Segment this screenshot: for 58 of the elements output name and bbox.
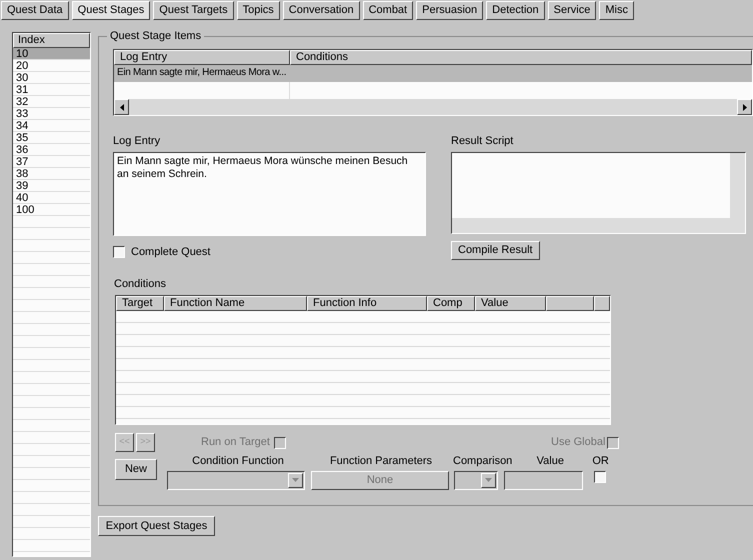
list-item[interactable]: 30 <box>13 72 90 84</box>
column-header[interactable]: Function Info <box>307 296 427 310</box>
column-header[interactable]: Value <box>475 296 546 310</box>
field-label: Condition Function <box>191 454 285 468</box>
list-item[interactable]: 32 <box>13 96 90 108</box>
field-label: OR <box>592 454 609 468</box>
list-item[interactable]: 31 <box>13 84 90 96</box>
section-label: Conditions <box>114 276 167 290</box>
new-button[interactable]: New <box>115 458 157 480</box>
field-label: Value <box>536 454 565 468</box>
list-item[interactable]: 39 <box>13 180 90 192</box>
list-item[interactable]: 40 <box>13 192 90 204</box>
scroll-left-icon[interactable] <box>120 104 124 110</box>
list-item[interactable]: 20 <box>13 60 90 72</box>
value-field[interactable] <box>504 470 583 490</box>
column-header[interactable]: Log Entry <box>114 50 290 65</box>
tab[interactable]: Detection <box>486 1 545 20</box>
comparison-dropdown[interactable] <box>454 470 498 490</box>
table-row[interactable]: Ein Mann sagte mir, Hermaeus Mora w... <box>114 65 752 82</box>
table-cell-text: Ein Mann sagte mir, Hermaeus Mora w... <box>116 66 288 80</box>
horizontal-scrollbar[interactable] <box>114 99 752 115</box>
tab[interactable]: Quest Targets <box>153 1 234 20</box>
result-script-field[interactable] <box>451 152 746 234</box>
condition-function-dropdown[interactable] <box>167 470 305 490</box>
column-header[interactable]: Function Name <box>164 296 307 310</box>
field-label: Log Entry <box>113 134 162 148</box>
checkbox-label: Complete Quest <box>131 245 210 260</box>
list-item[interactable]: 38 <box>13 168 90 180</box>
tab[interactable]: Combat <box>362 1 414 20</box>
checkbox-label: Use Global <box>551 435 606 450</box>
list-item[interactable]: 37 <box>13 156 90 168</box>
scroll-right-icon[interactable] <box>742 104 746 110</box>
list-item[interactable]: 34 <box>13 120 90 132</box>
column-header[interactable]: Target <box>116 296 164 310</box>
column-header: Index <box>13 33 90 48</box>
column-header[interactable]: Comp <box>427 296 475 310</box>
list-item[interactable]: 10 <box>13 48 90 60</box>
or-checkbox[interactable] <box>594 471 606 484</box>
log-entry-field[interactable]: Ein Mann sagte mir, Hermaeus Mora wünsche meinen Besuch an seinem Schrein. <box>113 152 426 236</box>
column-header[interactable]: Conditions <box>290 50 752 65</box>
tab[interactable]: Misc <box>599 1 634 20</box>
tab[interactable]: Quest Stages <box>72 1 150 20</box>
tab[interactable]: Conversation <box>282 1 360 20</box>
group-title: Quest Stage Items <box>107 29 204 43</box>
tab[interactable]: Quest Data <box>1 1 69 20</box>
tab[interactable]: Persuasion <box>416 1 484 20</box>
field-label: Result Script <box>451 134 514 148</box>
list-item[interactable]: 35 <box>13 132 90 144</box>
compile-result-button[interactable]: Compile Result <box>451 241 540 260</box>
checkbox-label: Run on Target <box>201 435 270 450</box>
complete-quest-checkbox[interactable] <box>113 246 125 258</box>
tab[interactable]: Service <box>548 1 596 20</box>
field-label: Comparison <box>453 454 512 468</box>
field-label: Function Parameters <box>328 454 434 468</box>
list-item[interactable]: 36 <box>13 144 90 156</box>
tab[interactable]: Topics <box>236 1 280 20</box>
export-quest-stages-button[interactable]: Export Quest Stages <box>98 516 215 536</box>
list-item[interactable]: 33 <box>13 108 90 120</box>
